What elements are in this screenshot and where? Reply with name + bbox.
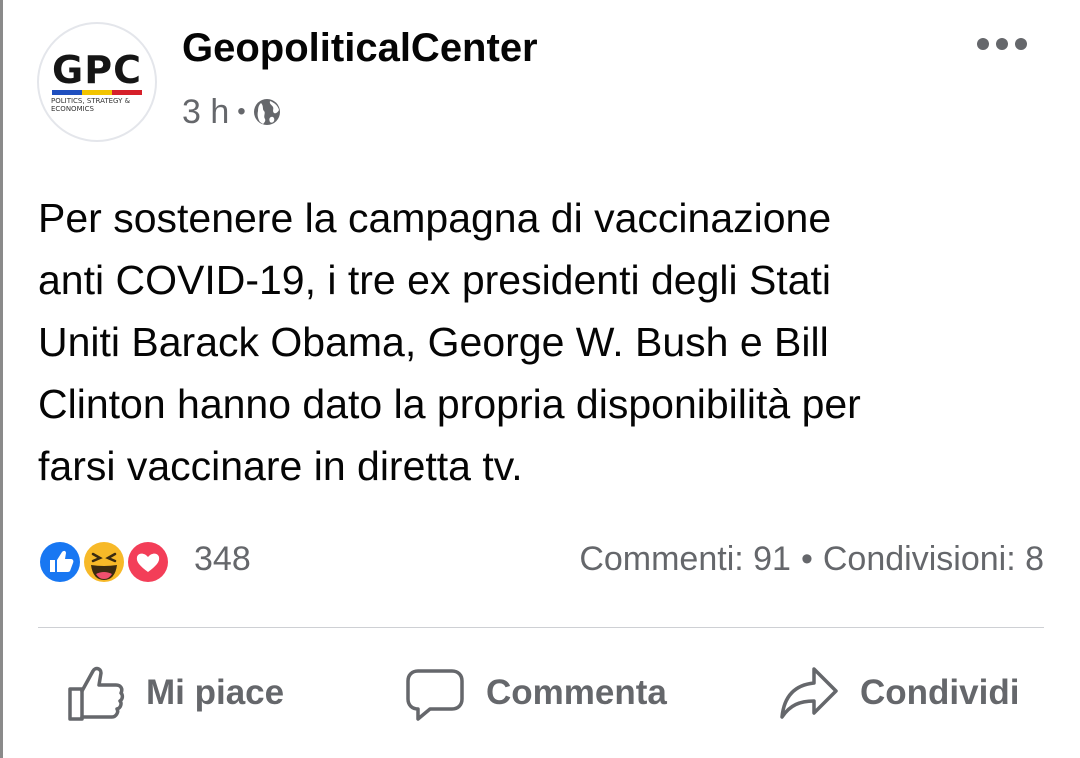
avatar-stripe-red [112, 90, 142, 95]
screen-edge [0, 0, 3, 758]
like-label: Mi piace [146, 673, 285, 712]
more-options-icon[interactable] [972, 30, 1032, 58]
meta-separator: • [237, 98, 246, 125]
like-reaction-icon [38, 540, 82, 584]
engagement-stats: Commenti: 91 • Condivisioni: 8 [579, 540, 1044, 579]
share-label: Condividi [860, 673, 1020, 712]
reaction-count[interactable]: 348 [194, 540, 251, 579]
comment-button[interactable]: Commenta [404, 660, 667, 726]
globe-icon [253, 99, 280, 125]
comment-label: Commenta [486, 673, 667, 712]
avatar-stripe-blue [52, 90, 82, 95]
share-button[interactable]: Condividi [778, 660, 1019, 726]
avatar[interactable]: GPC POLITICS, STRATEGY & ECONOMICS [37, 22, 157, 142]
post-text-line: anti COVID-19, i tre ex presidenti degli… [38, 257, 832, 303]
avatar-tagline: POLITICS, STRATEGY & ECONOMICS [51, 97, 131, 113]
post-timestamp[interactable]: 3 h [182, 93, 229, 132]
like-button[interactable]: Mi piace [66, 660, 284, 726]
post-meta: 3 h • [182, 92, 282, 132]
comment-bubble-icon [406, 669, 464, 721]
avatar-stripe-yellow [82, 90, 112, 95]
shares-count[interactable]: Condivisioni: 8 [823, 540, 1044, 578]
share-arrow-icon [780, 667, 838, 719]
post-text-line: Per sostenere la campagna di vaccinazion… [38, 195, 832, 241]
thumbs-up-icon [68, 666, 125, 721]
avatar-logo-text: GPC [52, 48, 142, 92]
stats-separator: • [800, 540, 813, 578]
reaction-icons[interactable] [36, 538, 186, 586]
comments-count[interactable]: Commenti: 91 [579, 540, 791, 578]
divider [38, 627, 1044, 628]
post-text: Per sostenere la campagna di vaccinazion… [38, 187, 1048, 497]
post-text-line: farsi vaccinare in diretta tv. [38, 443, 523, 489]
love-reaction-icon [126, 540, 170, 584]
post-text-line: Uniti Barack Obama, George W. Bush e Bil… [38, 319, 829, 365]
facebook-post: GPC POLITICS, STRATEGY & ECONOMICS Geopo… [0, 0, 1080, 758]
post-text-line: Clinton hanno dato la propria disponibil… [38, 381, 861, 427]
author-name[interactable]: GeopoliticalCenter [182, 26, 538, 71]
haha-reaction-icon [82, 540, 126, 584]
